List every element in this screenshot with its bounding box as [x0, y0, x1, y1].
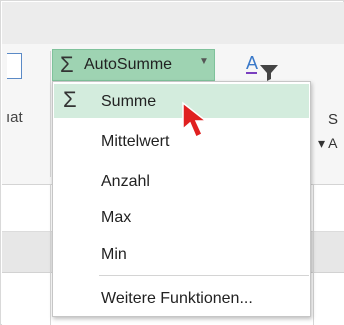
sigma-icon: Σ — [60, 52, 74, 77]
ribbon-right-truncated-s: S — [328, 111, 339, 128]
sigma-icon: Σ — [63, 87, 77, 112]
mouse-cursor-icon — [182, 101, 209, 139]
menu-item-label: Weitere Funktionen... — [101, 290, 253, 307]
ribbon-group-separator — [50, 51, 51, 177]
menu-item-label: Mittelwert — [101, 133, 170, 150]
sort-filter-icon[interactable]: A — [244, 53, 292, 83]
autosum-button[interactable]: Σ AutoSumme ▼ — [52, 49, 215, 81]
menu-item-label: Max — [101, 209, 132, 226]
excel-window: ıat Σ AutoSumme ▼ A S ▾ A Σ Summe Mittel… — [0, 0, 344, 325]
menu-item-label: Anzahl — [101, 173, 150, 190]
menu-item-label: Summe — [101, 93, 157, 110]
ribbon-right-truncated-a: ▾ A — [318, 135, 338, 151]
sheet-column-line — [50, 185, 51, 325]
menu-item-max[interactable]: Max — [54, 200, 309, 234]
menu-item-weitere-funktionen[interactable]: Weitere Funktionen... — [54, 281, 309, 315]
menu-item-label: Min — [101, 246, 127, 263]
menu-item-min[interactable]: Min — [54, 237, 309, 271]
menu-item-anzahl[interactable]: Anzahl — [54, 164, 309, 198]
ribbon-tab-strip — [2, 2, 344, 45]
dropdown-caret-icon[interactable]: ▼ — [199, 56, 209, 67]
format-table-icon[interactable] — [7, 53, 22, 79]
menu-separator — [99, 275, 309, 276]
ribbon-left-truncated-label: ıat — [6, 109, 23, 126]
svg-text:A: A — [246, 53, 258, 73]
sheet-column-line — [313, 185, 314, 325]
autosum-label: AutoSumme — [84, 56, 173, 73]
